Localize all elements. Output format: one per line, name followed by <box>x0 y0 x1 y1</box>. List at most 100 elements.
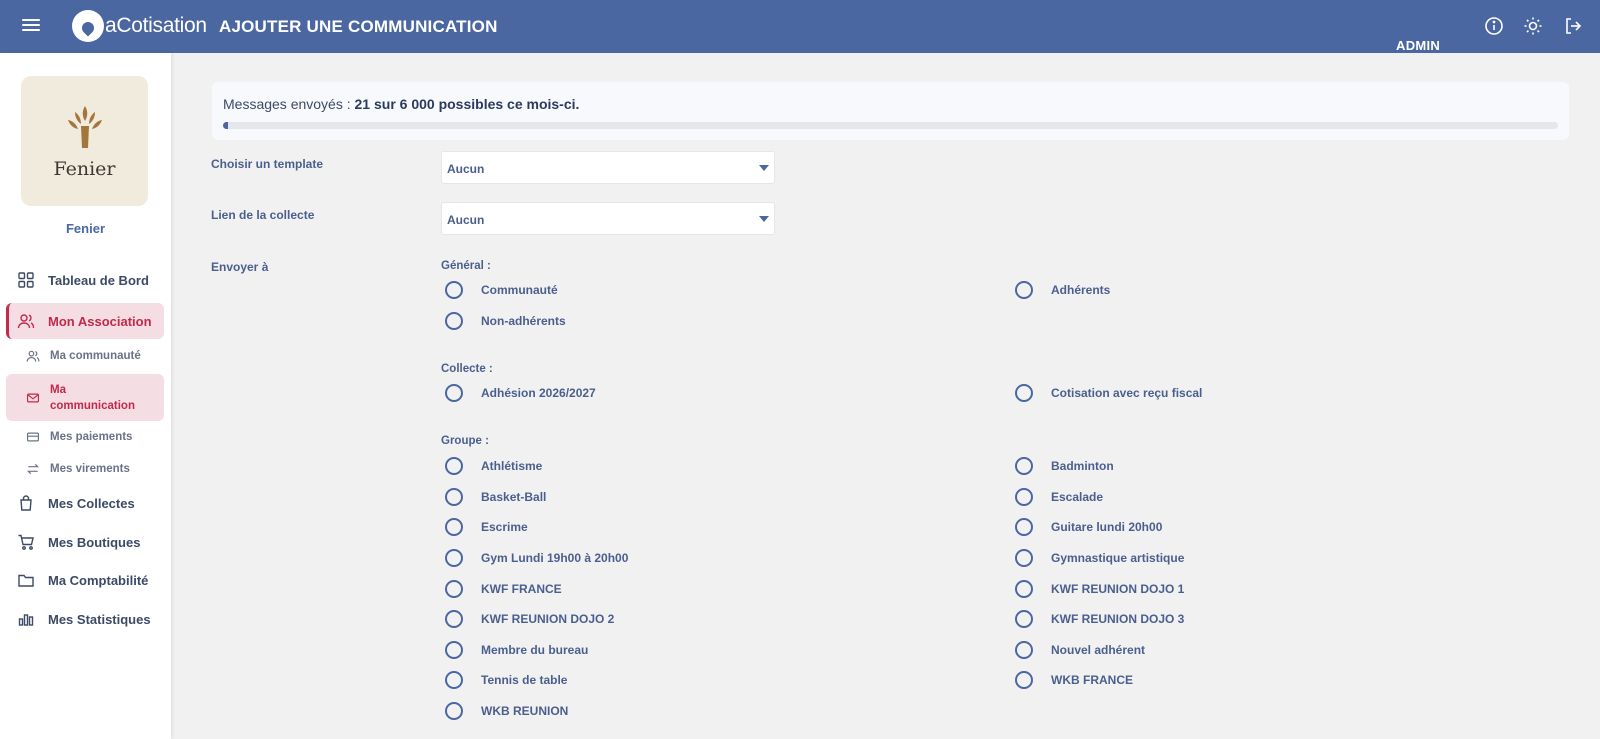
general-group-title: Général : <box>441 260 491 272</box>
recipient-radio-group[interactable]: KWF FRANCE <box>445 580 562 598</box>
radio-circle[interactable] <box>445 580 463 598</box>
organization-name[interactable]: Fenier <box>0 221 171 236</box>
radio-circle[interactable] <box>445 384 463 402</box>
menu-icon[interactable] <box>22 16 40 34</box>
messages-usage-count: 21 sur 6 000 possibles ce mois-ci. <box>354 96 580 112</box>
info-icon[interactable] <box>1484 16 1504 36</box>
radio-label: Gymnastique artistique <box>1051 551 1185 565</box>
radio-circle[interactable] <box>445 641 463 659</box>
recipient-radio-group[interactable]: WKB REUNION <box>445 702 568 720</box>
radio-circle[interactable] <box>1015 518 1033 536</box>
recipient-radio-group[interactable]: Gym Lundi 19h00 à 20h00 <box>445 549 628 567</box>
radio-label: Basket-Ball <box>481 490 547 504</box>
recipient-radio-group[interactable]: Escrime <box>445 518 528 536</box>
sun-icon[interactable] <box>1523 16 1543 36</box>
radio-circle[interactable] <box>445 610 463 628</box>
sidebar-item-mes-boutiques[interactable]: Mes Boutiques <box>6 525 164 559</box>
radio-circle[interactable] <box>445 457 463 475</box>
sidebar-item-label: Ma Comptabilité <box>48 572 149 588</box>
radio-circle[interactable] <box>445 518 463 536</box>
folder-icon <box>18 574 34 587</box>
radio-circle[interactable] <box>1015 549 1033 567</box>
radio-label: Adhésion 2026/2027 <box>481 386 596 400</box>
users-icon <box>26 350 40 362</box>
app-logo[interactable]: aCotisation <box>72 10 207 42</box>
sidebar-item-mes-virements[interactable]: Mes virements <box>6 457 164 481</box>
radio-circle[interactable] <box>445 702 463 720</box>
radio-label: WKB REUNION <box>481 704 569 718</box>
radio-circle[interactable] <box>1015 488 1033 506</box>
radio-circle[interactable] <box>445 549 463 567</box>
chevron-down-icon <box>759 216 769 222</box>
wheat-icon <box>67 106 102 148</box>
logout-icon[interactable] <box>1563 16 1583 36</box>
recipient-radio-adhesion[interactable]: Adhésion 2026/2027 <box>445 384 596 402</box>
sidebar-item-tableau-de-bord[interactable]: Tableau de Bord <box>6 263 164 297</box>
messages-usage-bar <box>223 122 1558 129</box>
radio-label: Gym Lundi 19h00 à 20h00 <box>481 551 629 565</box>
radio-circle[interactable] <box>1015 457 1033 475</box>
radio-circle[interactable] <box>1015 580 1033 598</box>
radio-label: Non-adhérents <box>481 314 566 328</box>
recipient-radio-group[interactable]: Basket-Ball <box>445 488 546 506</box>
recipient-radio-group[interactable]: KWF REUNION DOJO 1 <box>1015 580 1184 598</box>
recipient-radio-group[interactable]: Escalade <box>1015 488 1103 506</box>
recipient-radio-communaute[interactable]: Communauté <box>445 281 558 299</box>
radio-circle[interactable] <box>1015 610 1033 628</box>
sidebar-item-mes-paiements[interactable]: Mes paiements <box>6 425 164 449</box>
radio-label: Badminton <box>1051 459 1114 473</box>
recipient-radio-group[interactable]: Guitare lundi 20h00 <box>1015 518 1162 536</box>
sidebar-item-mon-association[interactable]: Mon Association <box>6 303 164 339</box>
recipient-radio-group[interactable]: Tennis de table <box>445 671 567 689</box>
recipient-radio-group[interactable]: KWF REUNION DOJO 2 <box>445 610 614 628</box>
recipient-radio-group[interactable]: Gymnastique artistique <box>1015 549 1184 567</box>
recipient-radio-group[interactable]: Membre du bureau <box>445 641 588 659</box>
collecte-link-select[interactable]: Aucun <box>441 202 775 235</box>
radio-circle[interactable] <box>1015 281 1033 299</box>
groupe-group-title: Groupe : <box>441 435 489 447</box>
bag-icon <box>20 495 32 511</box>
recipient-radio-adherents[interactable]: Adhérents <box>1015 281 1110 299</box>
radio-label: Escrime <box>481 520 528 534</box>
collecte-link-select-value: Aucun <box>447 213 485 227</box>
radio-circle[interactable] <box>1015 671 1033 689</box>
top-bar: aCotisation AJOUTER UNE COMMUNICATION AD… <box>0 0 1600 53</box>
recipient-radio-non-adherents[interactable]: Non-adhérents <box>445 312 566 330</box>
radio-circle[interactable] <box>1015 641 1033 659</box>
sidebar-item-mes-statistiques[interactable]: Mes Statistiques <box>6 602 164 636</box>
radio-label: KWF REUNION DOJO 1 <box>1051 582 1185 596</box>
recipient-radio-cotisation[interactable]: Cotisation avec reçu fiscal <box>1015 384 1202 402</box>
logo-text: aCotisation <box>105 14 207 37</box>
organization-logo: Fenier <box>21 76 148 206</box>
sidebar-item-label: Mes Statistiques <box>48 611 151 627</box>
radio-label: Adhérents <box>1051 283 1111 297</box>
radio-circle[interactable] <box>445 488 463 506</box>
collecte-group-title: Collecte : <box>441 363 493 375</box>
sidebar-item-label: Mes Collectes <box>48 495 135 511</box>
sidebar-item-ma-communaute[interactable]: Ma communauté <box>6 344 164 368</box>
radio-circle[interactable] <box>445 281 463 299</box>
messages-usage-fill <box>223 122 228 129</box>
recipient-radio-group[interactable]: Nouvel adhérent <box>1015 641 1145 659</box>
radio-circle[interactable] <box>445 312 463 330</box>
sidebar-item-ma-communication[interactable]: Ma communication <box>6 374 164 421</box>
sidebar-item-mes-collectes[interactable]: Mes Collectes <box>6 486 164 520</box>
template-select[interactable]: Aucun <box>441 151 775 184</box>
radio-label: Escalade <box>1051 490 1104 504</box>
mail-icon <box>26 393 40 402</box>
recipient-radio-group[interactable]: Badminton <box>1015 457 1114 475</box>
chevron-down-icon <box>759 165 769 171</box>
radio-circle[interactable] <box>445 671 463 689</box>
send-to-label: Envoyer à <box>211 260 269 274</box>
user-role-label: ADMIN <box>1396 38 1441 53</box>
recipient-radio-group[interactable]: WKB FRANCE <box>1015 671 1133 689</box>
recipient-radio-group[interactable]: KWF REUNION DOJO 3 <box>1015 610 1184 628</box>
radio-circle[interactable] <box>1015 384 1033 402</box>
radio-label: Cotisation avec reçu fiscal <box>1051 386 1203 400</box>
organization-logo-text: Fenier <box>53 158 116 180</box>
radio-label: Membre du bureau <box>481 643 589 657</box>
template-select-value: Aucun <box>447 162 485 176</box>
radio-label: Guitare lundi 20h00 <box>1051 520 1163 534</box>
recipient-radio-group[interactable]: Athlétisme <box>445 457 542 475</box>
sidebar-item-ma-comptabilite[interactable]: Ma Comptabilité <box>6 563 164 597</box>
